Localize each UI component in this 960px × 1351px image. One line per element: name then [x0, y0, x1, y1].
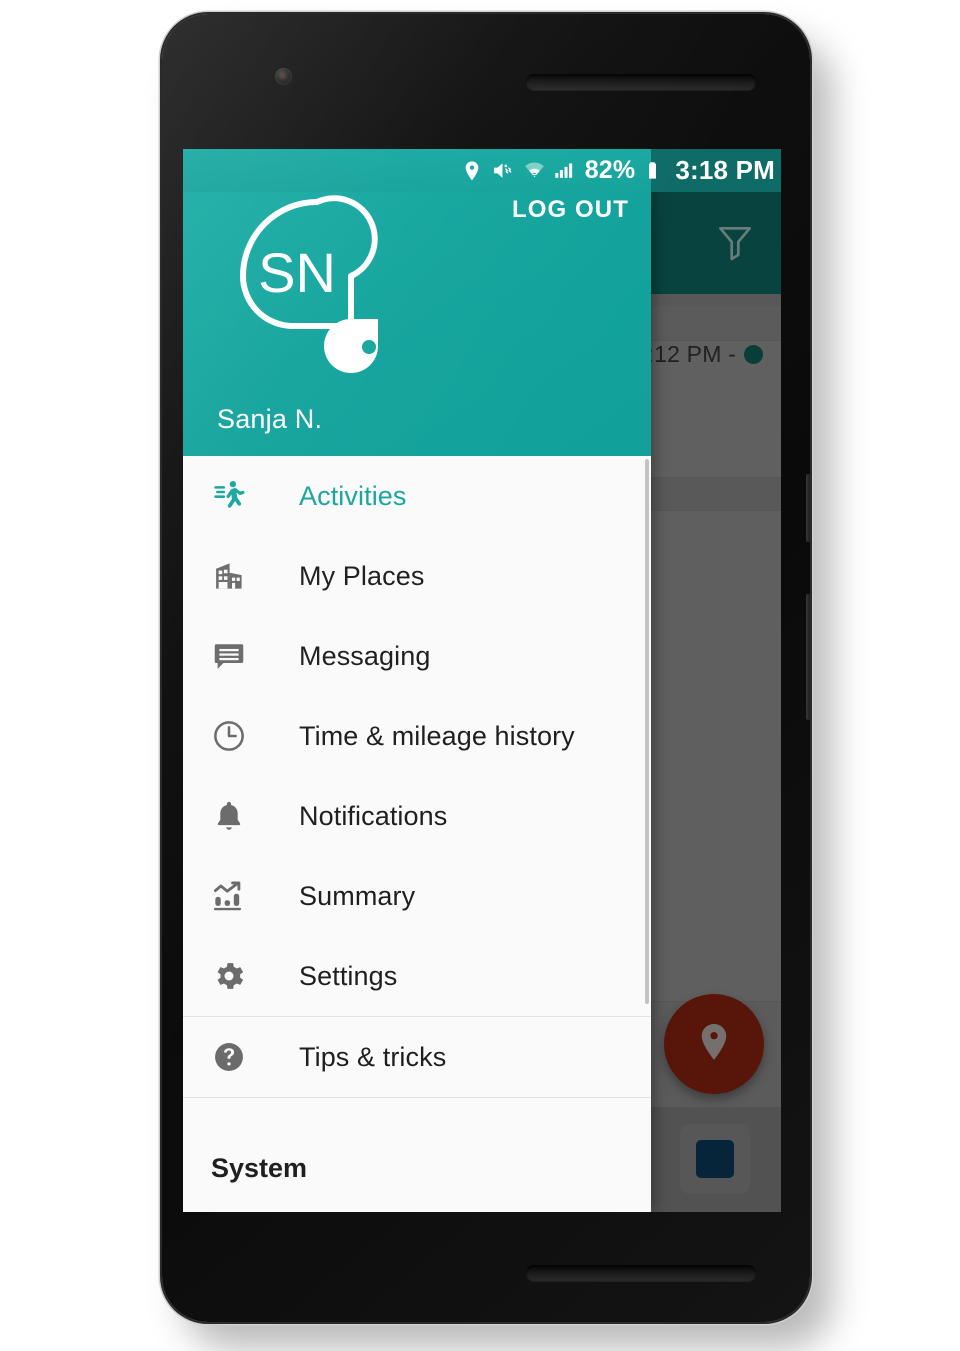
front-camera-icon [275, 68, 292, 85]
drawer-header: SN LOG OUT Sanja N. [183, 149, 651, 456]
menu-group-help: Tips & tricks [183, 1016, 651, 1097]
menu-item-settings[interactable]: Settings [183, 936, 651, 1016]
menu-item-tips-tricks[interactable]: Tips & tricks [183, 1017, 651, 1097]
walking-person-icon [207, 474, 251, 518]
menu-item-notifications[interactable]: Notifications [183, 776, 651, 856]
status-bar-icons: 82% 3:18 PM [460, 155, 777, 186]
gear-icon [207, 954, 251, 998]
menu-item-label: Activities [299, 480, 407, 511]
battery-percent-label: 82% [584, 156, 636, 184]
menu-item-label: Notifications [299, 800, 448, 831]
bottom-speaker [526, 1265, 756, 1281]
pin-avatar-icon[interactable]: SN [217, 192, 417, 377]
phone-screen: :12 PM - SN LOG OUT Sanja N. Activities … [183, 149, 781, 1212]
menu-item-time-mileage-history[interactable]: Time & mileage history [183, 696, 651, 776]
phone-device: :12 PM - SN LOG OUT Sanja N. Activities … [162, 14, 810, 1322]
menu-item-messaging[interactable]: Messaging [183, 616, 651, 696]
logout-button[interactable]: LOG OUT [512, 196, 629, 224]
menu-section-system-label: System [211, 1153, 308, 1183]
menu-item-label: My Places [299, 560, 425, 591]
building-icon [207, 554, 251, 598]
avatar-initials-text: SN [258, 241, 336, 304]
status-bar-clock: 3:18 PM [675, 155, 775, 185]
menu-item-summary[interactable]: Summary [183, 856, 651, 936]
status-bar: 82% 3:18 PM [183, 149, 781, 192]
bell-icon [207, 794, 251, 838]
help-circle-icon [207, 1035, 251, 1079]
location-pin-icon [460, 159, 484, 183]
navigation-drawer: SN LOG OUT Sanja N. Activities My Places… [183, 149, 651, 1212]
menu-item-label: Summary [299, 880, 416, 911]
menu-section-system[interactable]: System [183, 1098, 651, 1182]
user-name: Sanja N. [217, 404, 323, 434]
menu-item-label: Messaging [299, 640, 431, 671]
battery-icon [642, 158, 663, 183]
bar-chart-trend-icon [207, 874, 251, 918]
earpiece-speaker [526, 74, 756, 90]
drawer-menu: Activities My Places Messaging Time & mi… [183, 456, 651, 1182]
menu-item-my-places[interactable]: My Places [183, 536, 651, 616]
drawer-scrollbar[interactable] [645, 459, 649, 1004]
menu-item-label: Tips & tricks [299, 1041, 447, 1072]
volume-button[interactable] [806, 594, 810, 720]
chat-bubble-icon [207, 634, 251, 678]
signal-icon [553, 159, 576, 182]
clock-icon [207, 714, 251, 758]
menu-item-activities[interactable]: Activities [183, 456, 651, 536]
menu-item-label: Settings [299, 960, 398, 991]
volume-off-vibrate-icon [491, 158, 516, 183]
menu-group-system: System [183, 1097, 651, 1182]
power-button[interactable] [806, 474, 810, 542]
menu-item-label: Time & mileage history [299, 720, 575, 751]
wifi-icon [523, 159, 546, 182]
menu-group-main: Activities My Places Messaging Time & mi… [183, 456, 651, 1016]
